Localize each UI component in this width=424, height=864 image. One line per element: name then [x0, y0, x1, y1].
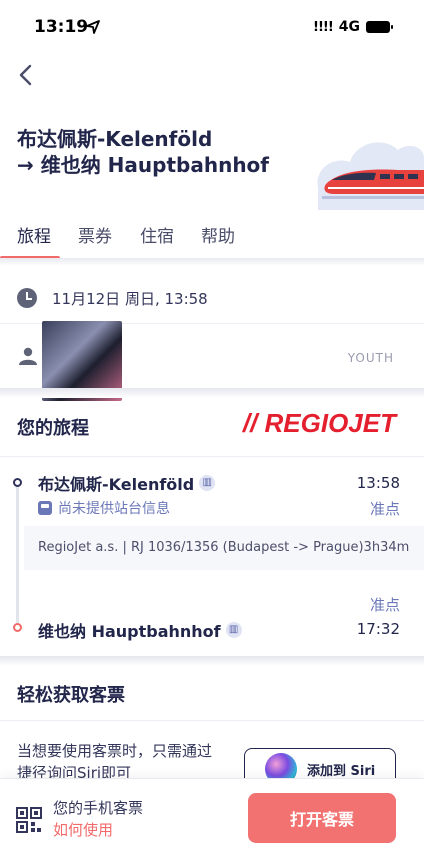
route-origin: 布达佩斯-Kelenföld: [17, 127, 213, 151]
passenger-type: YOUTH: [347, 351, 394, 365]
section-shadow: [0, 656, 424, 666]
status-bar: 13:19 !!!! 4G: [0, 0, 424, 56]
person-icon: [19, 347, 37, 365]
trip-datetime: 11月12日 周日, 13:58: [52, 290, 208, 308]
departure-status: 准点: [369, 500, 400, 518]
status-time: 13:19: [34, 17, 89, 37]
regiojet-logo: // REGIOJET: [242, 408, 396, 438]
departure-station[interactable]: 布达佩斯-Kelenföld ▥: [38, 471, 216, 495]
trip-datetime-row: 11月12日 周日, 13:58: [0, 272, 424, 324]
siri-description: 当想要使用客票时，只需通过捷径询问Siri即可: [17, 742, 213, 778]
signal-icon: !!!!: [313, 19, 334, 35]
departure-dot: [13, 478, 22, 487]
map-icon[interactable]: ▥: [225, 622, 242, 638]
tabs-shadow: [0, 258, 424, 266]
tab-help[interactable]: 帮助: [201, 222, 235, 247]
how-to-use-link[interactable]: 如何使用: [53, 819, 113, 840]
status-indicators: !!!! 4G: [313, 19, 393, 35]
route-title: 布达佩斯-Kelenföld → 维也纳 Hauptbahnhof: [17, 126, 317, 178]
arrival-status: 准点: [369, 596, 400, 614]
location-arrow-icon: [86, 20, 100, 34]
section-shadow: [0, 388, 424, 398]
divider: [0, 720, 424, 721]
network-label: 4G: [338, 19, 360, 35]
tab-bar: 旅程 票券 住宿 帮助: [0, 216, 424, 260]
departure-station-name: 布达佩斯-Kelenföld: [38, 475, 195, 494]
bottom-bar: 您的手机客票 如何使用 打开客票: [0, 778, 424, 864]
divider: [0, 456, 424, 457]
qr-code-icon: [16, 807, 42, 833]
platform-info: 尚未提供站台信息: [38, 498, 170, 518]
tab-journey[interactable]: 旅程: [17, 222, 51, 247]
arrival-station[interactable]: 维也纳 Hauptbahnhof ▥: [38, 618, 242, 642]
tab-accommodation[interactable]: 住宿: [140, 222, 174, 247]
mobile-ticket-label: 您的手机客票: [53, 799, 144, 817]
add-to-siri-label: 添加到 Siri: [307, 763, 376, 779]
battery-icon: [366, 21, 393, 33]
journey-title: 您的旅程: [17, 418, 89, 439]
tab-tickets[interactable]: 票券: [78, 222, 112, 247]
arrival-dot: [13, 623, 22, 632]
route-destination: → 维也纳 Hauptbahnhof: [17, 153, 270, 177]
train-icon: [38, 501, 52, 515]
platform-info-text: 尚未提供站台信息: [58, 501, 170, 517]
arrival-time: 17:32: [356, 620, 400, 638]
back-button[interactable]: [10, 58, 40, 92]
easy-access-title: 轻松获取客票: [17, 685, 125, 706]
open-ticket-button[interactable]: 打开客票: [248, 793, 396, 843]
service-text: RegioJet a.s. | RJ 1036/1356 (Budapest -…: [38, 540, 410, 555]
timeline-line: [16, 486, 19, 626]
train-illustration: [317, 142, 424, 210]
map-icon[interactable]: ▥: [199, 475, 216, 491]
arrival-station-name: 维也纳 Hauptbahnhof: [38, 622, 221, 641]
clock-icon: [17, 288, 37, 308]
departure-time: 13:58: [356, 474, 400, 492]
chevron-left-icon: [19, 64, 32, 86]
service-info[interactable]: RegioJet a.s. | RJ 1036/1356 (Budapest -…: [24, 526, 424, 570]
